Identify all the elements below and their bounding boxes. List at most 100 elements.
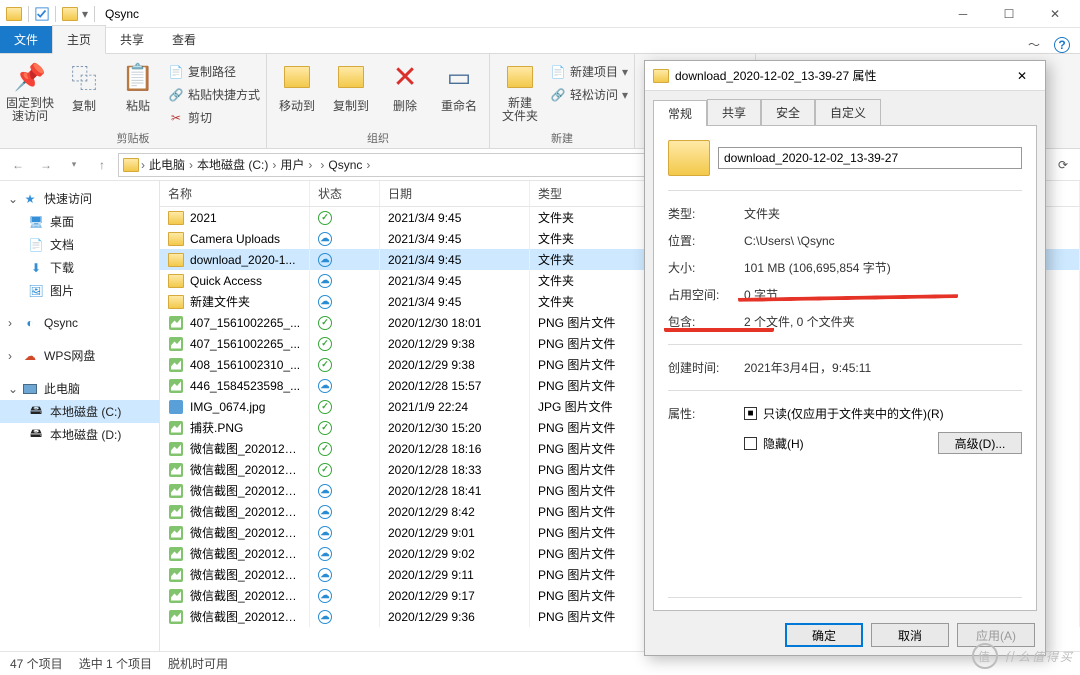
sidebar-qsync[interactable]: ›◐Qsync — [0, 312, 159, 334]
status-synced-icon: ✓ — [318, 316, 332, 330]
new-folder-button[interactable]: 新建 文件夹 — [496, 57, 544, 123]
file-name: 微信截图_2020122... — [190, 482, 301, 499]
paste-shortcut-button[interactable]: 🔗粘贴快捷方式 — [168, 84, 260, 105]
col-status[interactable]: 状态 — [310, 181, 380, 206]
label-location: 位置: — [668, 232, 736, 249]
png-icon — [168, 315, 184, 331]
ribbon-collapse-icon[interactable]: 〜 — [1028, 36, 1040, 53]
qat-dropdown-icon[interactable]: ▾ — [82, 7, 88, 21]
delete-button[interactable]: ✕删除 — [381, 57, 429, 114]
advanced-button[interactable]: 高级(D)... — [938, 432, 1022, 454]
sidebar-this-pc[interactable]: ⌄此电脑 — [0, 377, 159, 400]
nav-recent-button[interactable]: ▾ — [62, 153, 86, 177]
dialog-titlebar[interactable]: download_2020-12-02_13-39-27 属性 ✕ — [645, 61, 1045, 91]
status-synced-icon: ✓ — [318, 358, 332, 372]
breadcrumb-seg[interactable]: 本地磁盘 (C:) — [195, 156, 270, 173]
dialog-close-button[interactable]: ✕ — [1007, 69, 1037, 83]
tab-home[interactable]: 主页 — [52, 25, 106, 54]
file-date: 2021/3/4 9:45 — [380, 228, 530, 249]
breadcrumb-seg[interactable]: 此电脑 — [147, 156, 187, 173]
sidebar-quick-access[interactable]: ⌄★快速访问 — [0, 187, 159, 210]
sidebar-pictures[interactable]: 🖼图片 — [0, 279, 159, 302]
minimize-button[interactable]: ─ — [940, 0, 986, 28]
cut-button[interactable]: ✂剪切 — [168, 107, 260, 128]
sidebar-downloads[interactable]: ⬇下载 — [0, 256, 159, 279]
file-date: 2020/12/28 18:41 — [380, 480, 530, 501]
dialog-name-input[interactable] — [718, 147, 1022, 169]
status-cloud-icon: ☁ — [318, 484, 332, 498]
new-item-button[interactable]: 📄新建项目 ▾ — [550, 61, 628, 82]
dialog-tab-share[interactable]: 共享 — [707, 99, 761, 125]
png-icon — [168, 567, 184, 583]
qat-folder-icon[interactable] — [62, 7, 78, 21]
png-icon — [168, 357, 184, 373]
group-organize-label: 组织 — [273, 128, 483, 148]
nav-forward-button[interactable]: → — [34, 153, 58, 177]
ok-button[interactable]: 确定 — [785, 623, 863, 647]
move-to-button[interactable]: 移动到 — [273, 57, 321, 114]
copy-button[interactable]: ⿻复制 — [60, 57, 108, 114]
qat-checkbox-icon[interactable] — [35, 7, 49, 21]
status-cloud-icon: ☁ — [318, 379, 332, 393]
value-size: 101 MB (106,695,854 字节) — [744, 259, 891, 276]
cancel-button[interactable]: 取消 — [871, 623, 949, 647]
status-cloud-icon: ☁ — [318, 274, 332, 288]
sidebar-drive-c[interactable]: 🖴本地磁盘 (C:) — [0, 400, 159, 423]
quick-access-toolbar: ▾ — [6, 6, 97, 22]
readonly-checkbox[interactable]: ■只读(仅应用于文件夹中的文件)(R) — [744, 405, 1022, 422]
help-icon[interactable]: ? — [1054, 37, 1070, 53]
value-created: 2021年3月4日，9:45:11 — [744, 359, 871, 376]
apply-button[interactable]: 应用(A) — [957, 623, 1035, 647]
file-date: 2020/12/29 9:38 — [380, 354, 530, 375]
copy-to-button[interactable]: 复制到 — [327, 57, 375, 114]
status-synced-icon: ✓ — [318, 463, 332, 477]
tab-share[interactable]: 共享 — [106, 26, 158, 53]
col-date[interactable]: 日期 — [380, 181, 530, 206]
hidden-checkbox[interactable]: 隐藏(H) — [744, 435, 804, 452]
nav-back-button[interactable]: ← — [6, 153, 30, 177]
status-cloud-icon: ☁ — [318, 295, 332, 309]
label-type: 类型: — [668, 205, 736, 222]
file-name: Camera Uploads — [190, 232, 280, 246]
easy-access-button[interactable]: 🔗轻松访问 ▾ — [550, 84, 628, 105]
dialog-tab-custom[interactable]: 自定义 — [815, 99, 881, 125]
file-date: 2021/3/4 9:45 — [380, 270, 530, 291]
breadcrumb-seg[interactable]: Qsync — [326, 158, 364, 172]
file-name: 407_1561002265_... — [190, 316, 300, 330]
tab-file[interactable]: 文件 — [0, 26, 52, 53]
file-name: 微信截图_2020122... — [190, 545, 301, 562]
sidebar-drive-d[interactable]: 🖴本地磁盘 (D:) — [0, 423, 159, 446]
file-name: 微信截图_2020122... — [190, 587, 301, 604]
status-cloud-icon: ☁ — [318, 610, 332, 624]
ribbon-tabs: 文件 主页 共享 查看 〜 ? — [0, 28, 1080, 54]
file-name: 408_1561002310_... — [190, 358, 300, 372]
close-button[interactable]: ✕ — [1032, 0, 1078, 28]
file-date: 2020/12/29 8:42 — [380, 501, 530, 522]
dialog-tab-security[interactable]: 安全 — [761, 99, 815, 125]
value-type: 文件夹 — [744, 205, 780, 222]
paste-button[interactable]: 📋粘贴 — [114, 57, 162, 114]
sidebar-wps[interactable]: ›☁WPS网盘 — [0, 344, 159, 367]
status-synced-icon: ✓ — [318, 211, 332, 225]
sidebar: ⌄★快速访问 🖥桌面 📄文档 ⬇下载 🖼图片 ›◐Qsync ›☁WPS网盘 ⌄… — [0, 181, 160, 651]
nav-up-button[interactable]: ↑ — [90, 153, 114, 177]
maximize-button[interactable]: ☐ — [986, 0, 1032, 28]
file-date: 2021/3/4 9:45 — [380, 207, 530, 228]
col-name[interactable]: 名称 — [160, 181, 310, 206]
breadcrumb-seg[interactable]: 用户 — [278, 156, 306, 173]
tab-view[interactable]: 查看 — [158, 26, 210, 53]
pin-to-quick-access-button[interactable]: 📌固定到快 速访问 — [6, 57, 54, 123]
file-date: 2021/3/4 9:45 — [380, 249, 530, 270]
file-name: 微信截图_2020122... — [190, 608, 301, 625]
sidebar-documents[interactable]: 📄文档 — [0, 233, 159, 256]
file-name: 捕获.PNG — [190, 419, 243, 436]
rename-button[interactable]: ▭重命名 — [435, 57, 483, 114]
folder-icon — [168, 211, 184, 225]
dialog-tab-general[interactable]: 常规 — [653, 100, 707, 126]
file-name: 微信截图_2020122... — [190, 503, 301, 520]
sidebar-desktop[interactable]: 🖥桌面 — [0, 210, 159, 233]
copy-path-button[interactable]: 📄复制路径 — [168, 61, 260, 82]
refresh-button[interactable]: ⟳ — [1052, 154, 1074, 176]
dialog-icon — [653, 69, 669, 83]
breadcrumb-icon — [123, 158, 139, 172]
